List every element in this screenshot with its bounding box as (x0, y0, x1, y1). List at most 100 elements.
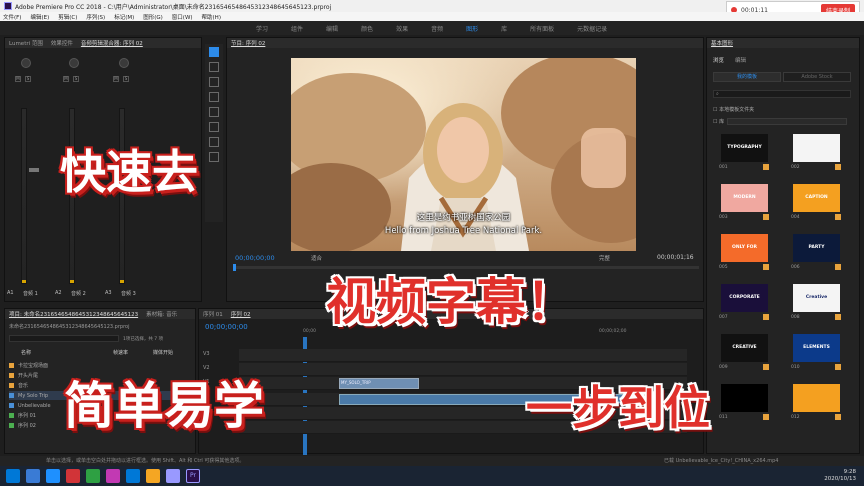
workspace-metadata[interactable]: 元数据记录 (577, 24, 607, 33)
column-name[interactable]: 名称 (21, 349, 31, 356)
menu-marker[interactable]: 标记(M) (114, 13, 134, 21)
template-thumbnail[interactable]: CAPTION (793, 184, 840, 212)
taskbar-app-icon[interactable] (26, 469, 40, 483)
template-thumbnail[interactable]: ELEMENTS (793, 334, 840, 362)
program-duration: 00;00;01;16 (657, 254, 694, 261)
pan-knob-a2[interactable] (69, 58, 79, 68)
mute-button-a3[interactable]: M (113, 76, 119, 82)
taskbar-app-icon[interactable] (126, 469, 140, 483)
pen-tool-icon[interactable] (209, 122, 219, 132)
template-number: 008 (791, 315, 800, 320)
template-thumbnail[interactable]: MODERN (721, 184, 768, 212)
workspace-editing[interactable]: 编辑 (326, 24, 338, 33)
volume-fader-a1[interactable] (29, 168, 39, 172)
selection-count: 1项已选择，共 7 项 (123, 337, 164, 342)
taskbar-app-icon[interactable] (86, 469, 100, 483)
slip-tool-icon[interactable] (209, 107, 219, 117)
template-thumbnail[interactable]: CORPORATE (721, 284, 768, 312)
template-thumbnail[interactable]: CREATIVE (721, 334, 768, 362)
library-select[interactable] (727, 118, 847, 125)
timeline-timecode[interactable]: 00;00;00;00 (205, 323, 248, 331)
solo-button-a2[interactable]: S (73, 76, 79, 82)
template-badge-icon (835, 264, 841, 270)
hand-tool-icon[interactable] (209, 137, 219, 147)
menu-help[interactable]: 帮助(H) (202, 13, 221, 21)
track-v3[interactable] (239, 349, 687, 362)
taskbar-app-icon[interactable] (66, 469, 80, 483)
razor-tool-icon[interactable] (209, 92, 219, 102)
column-framerate[interactable]: 帧速率 (113, 349, 128, 356)
workspace-assembly[interactable]: 组件 (291, 24, 303, 33)
menu-clip[interactable]: 剪辑(C) (58, 13, 77, 21)
mute-button-a1[interactable]: M (15, 76, 21, 82)
start-button-icon[interactable] (6, 469, 20, 483)
template-label: PARTY (808, 245, 825, 250)
taskbar-app-icon[interactable] (106, 469, 120, 483)
subtitle-chinese: 这里是约书亚树国家公园 (416, 213, 511, 223)
tab-project[interactable]: 项目: 未命名2316546548645312348645645123 (9, 310, 138, 318)
template-thumbnail[interactable]: PARTY (793, 234, 840, 262)
menu-graphics[interactable]: 图形(G) (143, 13, 163, 21)
ripple-edit-tool-icon[interactable] (209, 77, 219, 87)
template-thumbnail[interactable]: ONLY FOR (721, 234, 768, 262)
project-search-input[interactable] (9, 335, 119, 342)
workspace-color[interactable]: 颜色 (361, 24, 373, 33)
workspace-graphics[interactable]: 图形 (466, 24, 478, 33)
tab-browse[interactable]: 浏览 (713, 56, 724, 64)
library-checkbox[interactable]: ☐ 库 (713, 118, 724, 125)
template-thumbnail[interactable]: TYPOGRAPHY (721, 134, 768, 162)
workspace-effects[interactable]: 效果 (396, 24, 408, 33)
my-templates-tab[interactable]: 我的模板 (713, 72, 781, 82)
status-bar: 单击以选择，或单击空白处并拖动以进行框选。使用 Shift、Alt 和 Ctrl… (0, 456, 864, 466)
template-badge-icon (763, 414, 769, 420)
taskbar-app-icon[interactable] (166, 469, 180, 483)
program-timecode-in[interactable]: 00;00;00;00 (235, 254, 275, 262)
tab-lumetri-scopes[interactable]: Lumetri 范围 (9, 39, 43, 47)
workspace-libraries[interactable]: 库 (501, 24, 507, 33)
tab-program[interactable]: 节目: 序列 02 (231, 39, 265, 47)
pan-knob-a1[interactable] (21, 58, 31, 68)
template-number: 007 (719, 315, 728, 320)
template-thumbnail[interactable]: Creative (793, 284, 840, 312)
workspace-all-panels[interactable]: 所有面板 (530, 24, 554, 33)
templates-search-input[interactable]: ⌕ (713, 90, 851, 98)
solo-button-a1[interactable]: S (25, 76, 31, 82)
template-thumbnail[interactable] (793, 134, 840, 162)
template-number: 005 (719, 265, 728, 270)
zoom-fit-select[interactable]: 适合 (311, 254, 322, 262)
project-path: 未命名2316546548645312348645645123.prproj (9, 324, 130, 330)
tab-edit[interactable]: 编辑 (735, 56, 746, 64)
workspace-tabs: 学习 组件 编辑 颜色 效果 音频 图形 库 所有面板 元数据记录 (0, 21, 864, 35)
selection-tool-icon[interactable] (209, 47, 219, 57)
playback-quality-select[interactable]: 完整 (599, 254, 610, 262)
pan-knob-a3[interactable] (119, 58, 129, 68)
workspace-learn[interactable]: 学习 (256, 24, 268, 33)
menu-edit[interactable]: 编辑(E) (30, 13, 49, 21)
template-thumbnail[interactable] (721, 384, 768, 412)
template-number: 003 (719, 215, 728, 220)
template-thumbnail[interactable] (793, 384, 840, 412)
tab-audio-clip-mixer[interactable]: 音频剪辑混合器: 序列 02 (81, 39, 143, 47)
column-media-start[interactable]: 媒体开始 (153, 349, 173, 356)
solo-button-a3[interactable]: S (123, 76, 129, 82)
tab-bin-music[interactable]: 素材箱: 音乐 (146, 310, 177, 318)
tab-sequence-02[interactable]: 序列 02 (231, 310, 251, 318)
taskbar-app-icon[interactable] (146, 469, 160, 483)
type-tool-icon[interactable] (209, 152, 219, 162)
tab-sequence-01[interactable]: 序列 01 (203, 310, 223, 318)
menu-sequence[interactable]: 序列(S) (86, 13, 105, 21)
channel-id-a2: A2 (55, 290, 62, 296)
menu-window[interactable]: 窗口(W) (172, 13, 193, 21)
taskbar-app-icon[interactable] (46, 469, 60, 483)
track-select-tool-icon[interactable] (209, 62, 219, 72)
tab-effect-controls[interactable]: 效果控件 (51, 39, 73, 47)
mute-button-a2[interactable]: M (63, 76, 69, 82)
playhead-marker[interactable] (233, 264, 236, 271)
workspace-audio[interactable]: 音频 (431, 24, 443, 33)
premiere-taskbar-icon[interactable]: Pr (186, 469, 200, 483)
video-clip[interactable]: MY_SOLO_TRIP (339, 378, 419, 389)
taskbar-clock[interactable]: 9:28 2020/10/13 (824, 469, 856, 483)
menu-file[interactable]: 文件(F) (3, 13, 21, 21)
local-templates-checkbox[interactable]: ☐ 本地模板文件夹 (713, 106, 754, 113)
adobe-stock-tab[interactable]: Adobe Stock (783, 72, 851, 82)
